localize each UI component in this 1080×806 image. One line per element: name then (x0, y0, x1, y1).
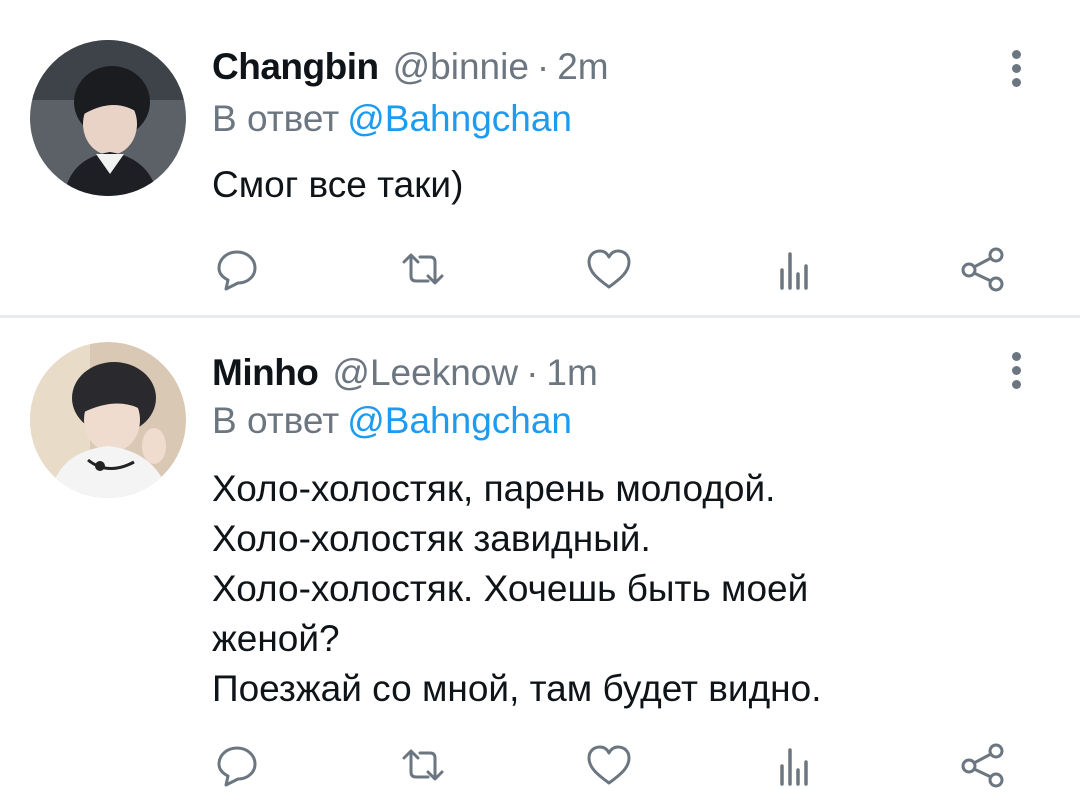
tweet-text: Смог все таки) (212, 160, 972, 210)
avatar[interactable] (30, 40, 186, 196)
tweet-text-line: Холо-холостяк. Хочешь быть моей (212, 568, 809, 609)
tweet-header: Changbin @binnie · 2m (212, 42, 609, 92)
analytics-button[interactable] (770, 244, 820, 294)
action-bar (0, 244, 1080, 294)
reply-mention-link[interactable]: @Bahngchan (347, 98, 572, 139)
share-icon (961, 247, 1004, 292)
tweet[interactable]: Minho @Leeknow · 1m В ответ @Bahngchan Хо… (0, 318, 1080, 806)
author-handle[interactable]: @Leeknow (332, 348, 518, 398)
timestamp: 2m (557, 46, 609, 87)
more-dot (1012, 64, 1021, 73)
more-dot (1012, 50, 1021, 59)
like-button[interactable] (584, 740, 634, 790)
reply-prefix: В ответ (212, 98, 340, 139)
analytics-icon (780, 748, 808, 786)
separator-dot: · (536, 46, 550, 87)
reply-button[interactable] (212, 244, 262, 294)
timestamp: 1m (546, 352, 598, 393)
analytics-button[interactable] (770, 740, 820, 790)
tweet-text-line: женой? (212, 618, 340, 659)
retweet-icon (402, 749, 444, 781)
more-dot (1012, 366, 1021, 375)
analytics-icon (780, 252, 808, 290)
more-options-icon[interactable] (1004, 348, 1028, 392)
action-bar (0, 740, 1080, 790)
share-button[interactable] (958, 740, 1008, 790)
retweet-button[interactable] (398, 740, 448, 790)
separator-dot: · (526, 352, 539, 393)
tweet-header: Minho @Leeknow · 1m (212, 348, 598, 398)
tweet-text: Холо-холостяк, парень молодой. Холо-холо… (212, 464, 972, 714)
like-button[interactable] (584, 244, 634, 294)
reply-prefix: В ответ (212, 400, 340, 441)
avatar[interactable] (30, 342, 186, 498)
share-icon (961, 743, 1004, 788)
retweet-icon (402, 253, 444, 285)
reply-context: В ответ @Bahngchan (212, 94, 572, 144)
author-name[interactable]: Minho (212, 348, 319, 398)
retweet-button[interactable] (398, 244, 448, 294)
tweet-text-line: Холо-холостяк завидный. (212, 518, 651, 559)
reply-icon (217, 746, 257, 787)
like-icon (587, 745, 631, 785)
tweet-text-line: Поезжай со мной, там будет видно. (212, 668, 822, 709)
tweet-text-line: Смог все таки) (212, 164, 464, 205)
like-icon (587, 249, 631, 289)
author-name[interactable]: Changbin (212, 42, 379, 92)
reply-icon (217, 250, 257, 291)
reply-mention-link[interactable]: @Bahngchan (347, 400, 572, 441)
avatar-image (30, 40, 186, 196)
tweet-feed: Changbin @binnie · 2m В ответ @Bahngchan … (0, 0, 1080, 806)
more-dot (1012, 78, 1021, 87)
tweet[interactable]: Changbin @binnie · 2m В ответ @Bahngchan … (0, 0, 1080, 316)
reply-context: В ответ @Bahngchan (212, 396, 572, 446)
share-button[interactable] (958, 244, 1008, 294)
reply-button[interactable] (212, 740, 262, 790)
more-dot (1012, 352, 1021, 361)
avatar-image (30, 342, 186, 498)
more-dot (1012, 380, 1021, 389)
tweet-text-line: Холо-холостяк, парень молодой. (212, 468, 776, 509)
more-options-icon[interactable] (1004, 46, 1028, 90)
author-handle[interactable]: @binnie (393, 42, 529, 92)
